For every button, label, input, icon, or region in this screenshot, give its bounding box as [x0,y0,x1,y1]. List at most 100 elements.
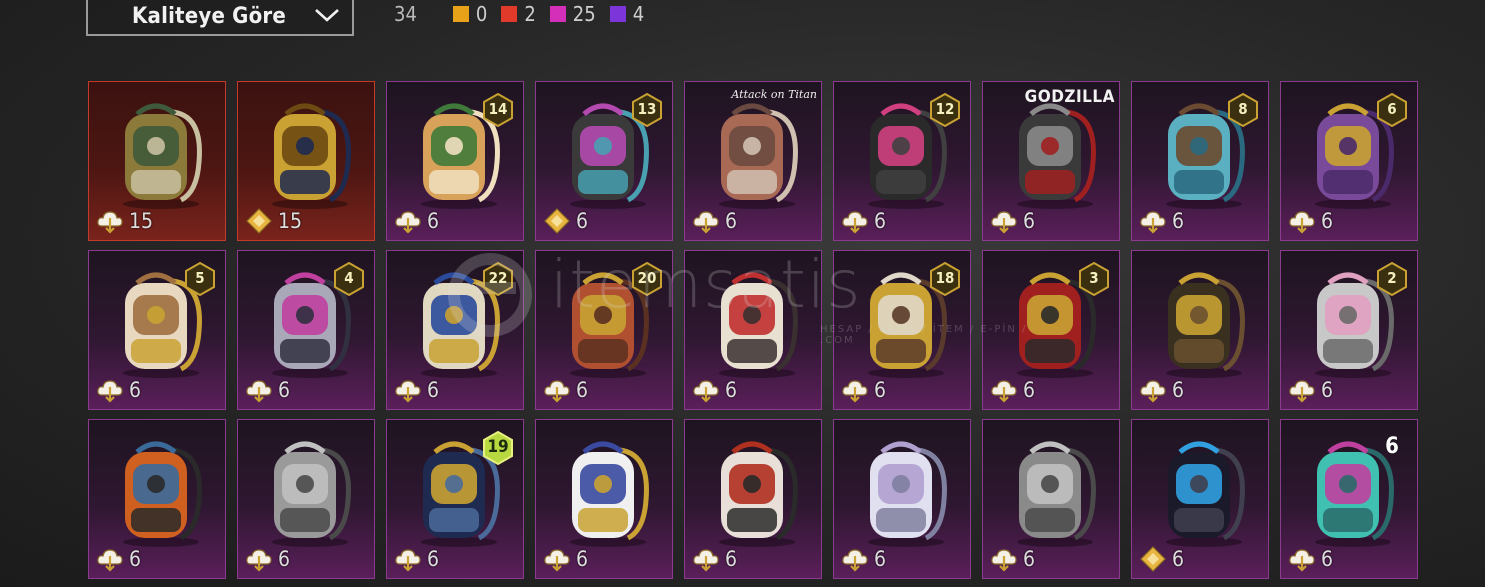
backpack-icon [1166,441,1245,547]
level-number: 3 [1089,269,1099,287]
item-price: 6 [691,206,737,236]
item-price-value: 6 [1172,209,1185,233]
item-price-value: 6 [725,547,738,571]
backpack-icon [1166,272,1245,378]
level-number: 13 [637,100,657,118]
inventory-item-card[interactable]: 6 [684,250,822,410]
item-price: 6 [691,544,737,574]
cloud-currency-icon [395,211,421,234]
item-price: 6 [840,375,886,405]
item-price-value: 6 [1321,547,1334,571]
backpack-icon [719,272,798,378]
inventory-item-card[interactable]: 6 [237,419,375,579]
cloud-currency-icon [97,211,123,234]
item-price-value: 6 [725,209,738,233]
level-badge: 6 [1375,92,1409,128]
rarity-counts: 34 0 2 25 4 [394,2,658,26]
item-price: 6 [393,544,439,574]
item-price-value: 6 [278,378,291,402]
rarity-count-value: 4 [632,2,645,26]
chevron-down-icon [315,9,339,22]
inventory-item-card[interactable]: 18 6 [833,250,971,410]
inventory-item-card[interactable]: 19 6 [386,419,524,579]
cloud-currency-icon [842,380,868,403]
item-price: 6 [244,375,290,405]
item-price: 6 [989,544,1035,574]
brand-logo: Attack on Titan [731,88,817,101]
cloud-currency-icon [395,380,421,403]
inventory-item-card[interactable]: 2 6 [1280,250,1418,410]
level-badge: 18 [928,261,962,297]
level-badge: 14 [481,92,515,128]
item-price: 6 [840,544,886,574]
diamond-currency-icon [1140,546,1166,572]
item-price: 6 [1287,375,1333,405]
inventory-item-card[interactable]: 12 6 [833,81,971,241]
item-price: 6 [1287,544,1333,574]
inventory-item-card[interactable]: Attack on Titan 6 [684,81,822,241]
inventory-grid: 15 15 14 6 13 6 Attack on Titan 6 12 6 G… [88,81,1418,579]
rarity-count-value: 25 [572,2,596,26]
level-number: 12 [935,100,955,118]
item-price-value: 6 [1321,209,1334,233]
item-price-value: 6 [576,378,589,402]
inventory-item-card[interactable]: 6 6 [1280,419,1418,579]
inventory-item-card[interactable]: GODZILLA 6 [982,81,1120,241]
item-price-value: 6 [1172,547,1185,571]
inventory-item-card[interactable]: 8 6 [1131,81,1269,241]
inventory-item-card[interactable]: 20 6 [535,250,673,410]
rarity-color-swatch [452,6,469,22]
rarity-color-swatch [609,6,626,22]
item-price: 6 [840,206,886,236]
inventory-item-card[interactable]: 22 6 [386,250,524,410]
rarity-count-gold: 0 [452,2,487,26]
item-price-value: 15 [129,209,154,233]
cloud-currency-icon [842,211,868,234]
cloud-currency-icon [246,549,272,572]
inventory-item-card[interactable]: 6 6 [1280,81,1418,241]
level-badge: 8 [1226,92,1260,128]
level-number: 18 [935,269,955,287]
inventory-item-card[interactable]: 6 [88,419,226,579]
level-badge: 5 [183,261,217,297]
cloud-currency-icon [97,380,123,403]
level-number: 4 [344,269,354,287]
inventory-item-card[interactable]: 3 6 [982,250,1120,410]
level-number: 8 [1238,100,1248,118]
level-badge: 3 [1077,261,1111,297]
cloud-currency-icon [693,380,719,403]
rarity-count-purple: 4 [609,2,645,26]
inventory-item-card[interactable]: 15 [237,81,375,241]
backpack-icon [123,441,202,547]
item-price-value: 6 [874,209,887,233]
backpack-icon [719,103,798,209]
level-number: 6 [1387,100,1397,118]
cloud-currency-icon [97,549,123,572]
rarity-color-swatch [501,6,518,22]
cloud-currency-icon [1140,380,1166,403]
level-number: 5 [195,269,205,287]
inventory-item-card[interactable]: 6 [1131,250,1269,410]
rarity-count-value: 2 [524,2,536,26]
item-price-value: 6 [427,547,440,571]
level-badge: 6 [1375,430,1409,466]
inventory-item-card[interactable]: 4 6 [237,250,375,410]
inventory-item-card[interactable]: 6 [833,419,971,579]
backpack-icon [868,441,947,547]
inventory-item-card[interactable]: 6 [684,419,822,579]
inventory-item-card[interactable]: 15 [88,81,226,241]
inventory-item-card[interactable]: 14 6 [386,81,524,241]
item-price-value: 6 [427,378,440,402]
inventory-item-card[interactable]: 13 6 [535,81,673,241]
sort-dropdown[interactable]: Kaliteye Göre [86,0,354,36]
level-number: 19 [487,437,509,457]
item-price-value: 6 [576,209,589,233]
inventory-item-card[interactable]: 5 6 [88,250,226,410]
cloud-currency-icon [395,549,421,572]
inventory-item-card[interactable]: 6 [982,419,1120,579]
rarity-color-swatch [549,6,566,22]
cloud-currency-icon [693,211,719,234]
item-price-value: 6 [1023,209,1036,233]
inventory-item-card[interactable]: 6 [535,419,673,579]
inventory-item-card[interactable]: 6 [1131,419,1269,579]
